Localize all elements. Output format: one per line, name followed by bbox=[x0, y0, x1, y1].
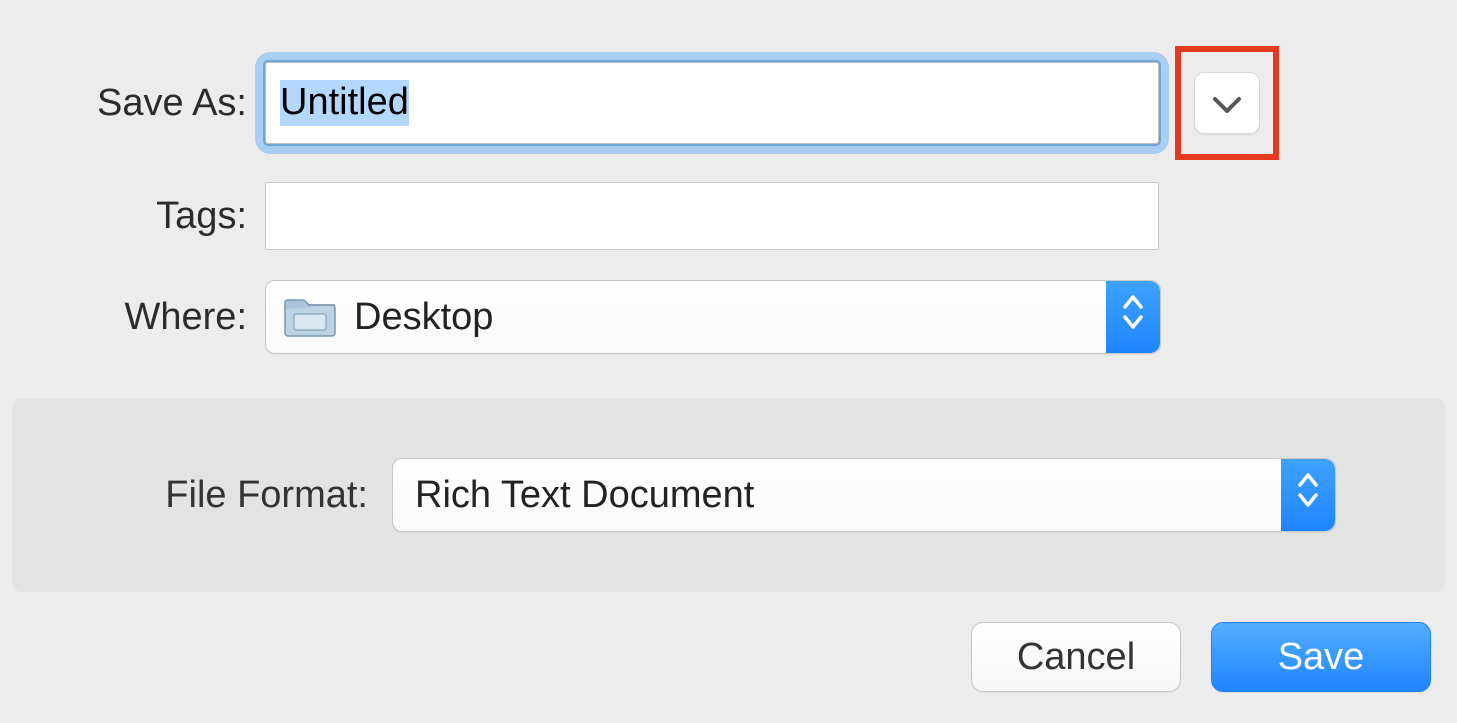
file-format-value: Rich Text Document bbox=[415, 474, 754, 517]
where-row: Where: Desktop bbox=[0, 280, 1161, 354]
up-down-icon bbox=[1297, 471, 1319, 519]
file-format-label: File Format: bbox=[12, 474, 392, 517]
where-label: Where: bbox=[0, 296, 265, 339]
save-as-row: Save As: Untitled bbox=[0, 62, 1159, 144]
where-stepper[interactable] bbox=[1106, 281, 1160, 353]
up-down-icon bbox=[1122, 293, 1144, 341]
save-as-selected-text: Untitled bbox=[280, 80, 409, 126]
where-select[interactable]: Desktop bbox=[265, 280, 1161, 354]
file-format-select[interactable]: Rich Text Document bbox=[392, 458, 1336, 532]
tags-row: Tags: bbox=[0, 182, 1159, 250]
save-as-input[interactable]: Untitled bbox=[265, 62, 1159, 144]
tags-input[interactable] bbox=[265, 182, 1159, 250]
expand-save-panel-button[interactable] bbox=[1194, 72, 1260, 134]
tags-label: Tags: bbox=[0, 195, 265, 238]
cancel-button[interactable]: Cancel bbox=[971, 622, 1181, 692]
chevron-down-icon bbox=[1212, 82, 1242, 125]
save-dialog: Save As: Untitled Tags: Where: bbox=[0, 0, 1457, 723]
file-format-stepper[interactable] bbox=[1281, 459, 1335, 531]
dialog-actions: Cancel Save bbox=[971, 622, 1431, 692]
save-button[interactable]: Save bbox=[1211, 622, 1431, 692]
save-as-label: Save As: bbox=[0, 82, 265, 125]
save-as-focus-ring: Untitled bbox=[265, 62, 1159, 144]
folder-icon bbox=[284, 297, 336, 337]
file-format-panel: File Format: Rich Text Document bbox=[12, 398, 1445, 592]
expand-button-highlight bbox=[1175, 46, 1279, 160]
where-value: Desktop bbox=[354, 296, 493, 339]
